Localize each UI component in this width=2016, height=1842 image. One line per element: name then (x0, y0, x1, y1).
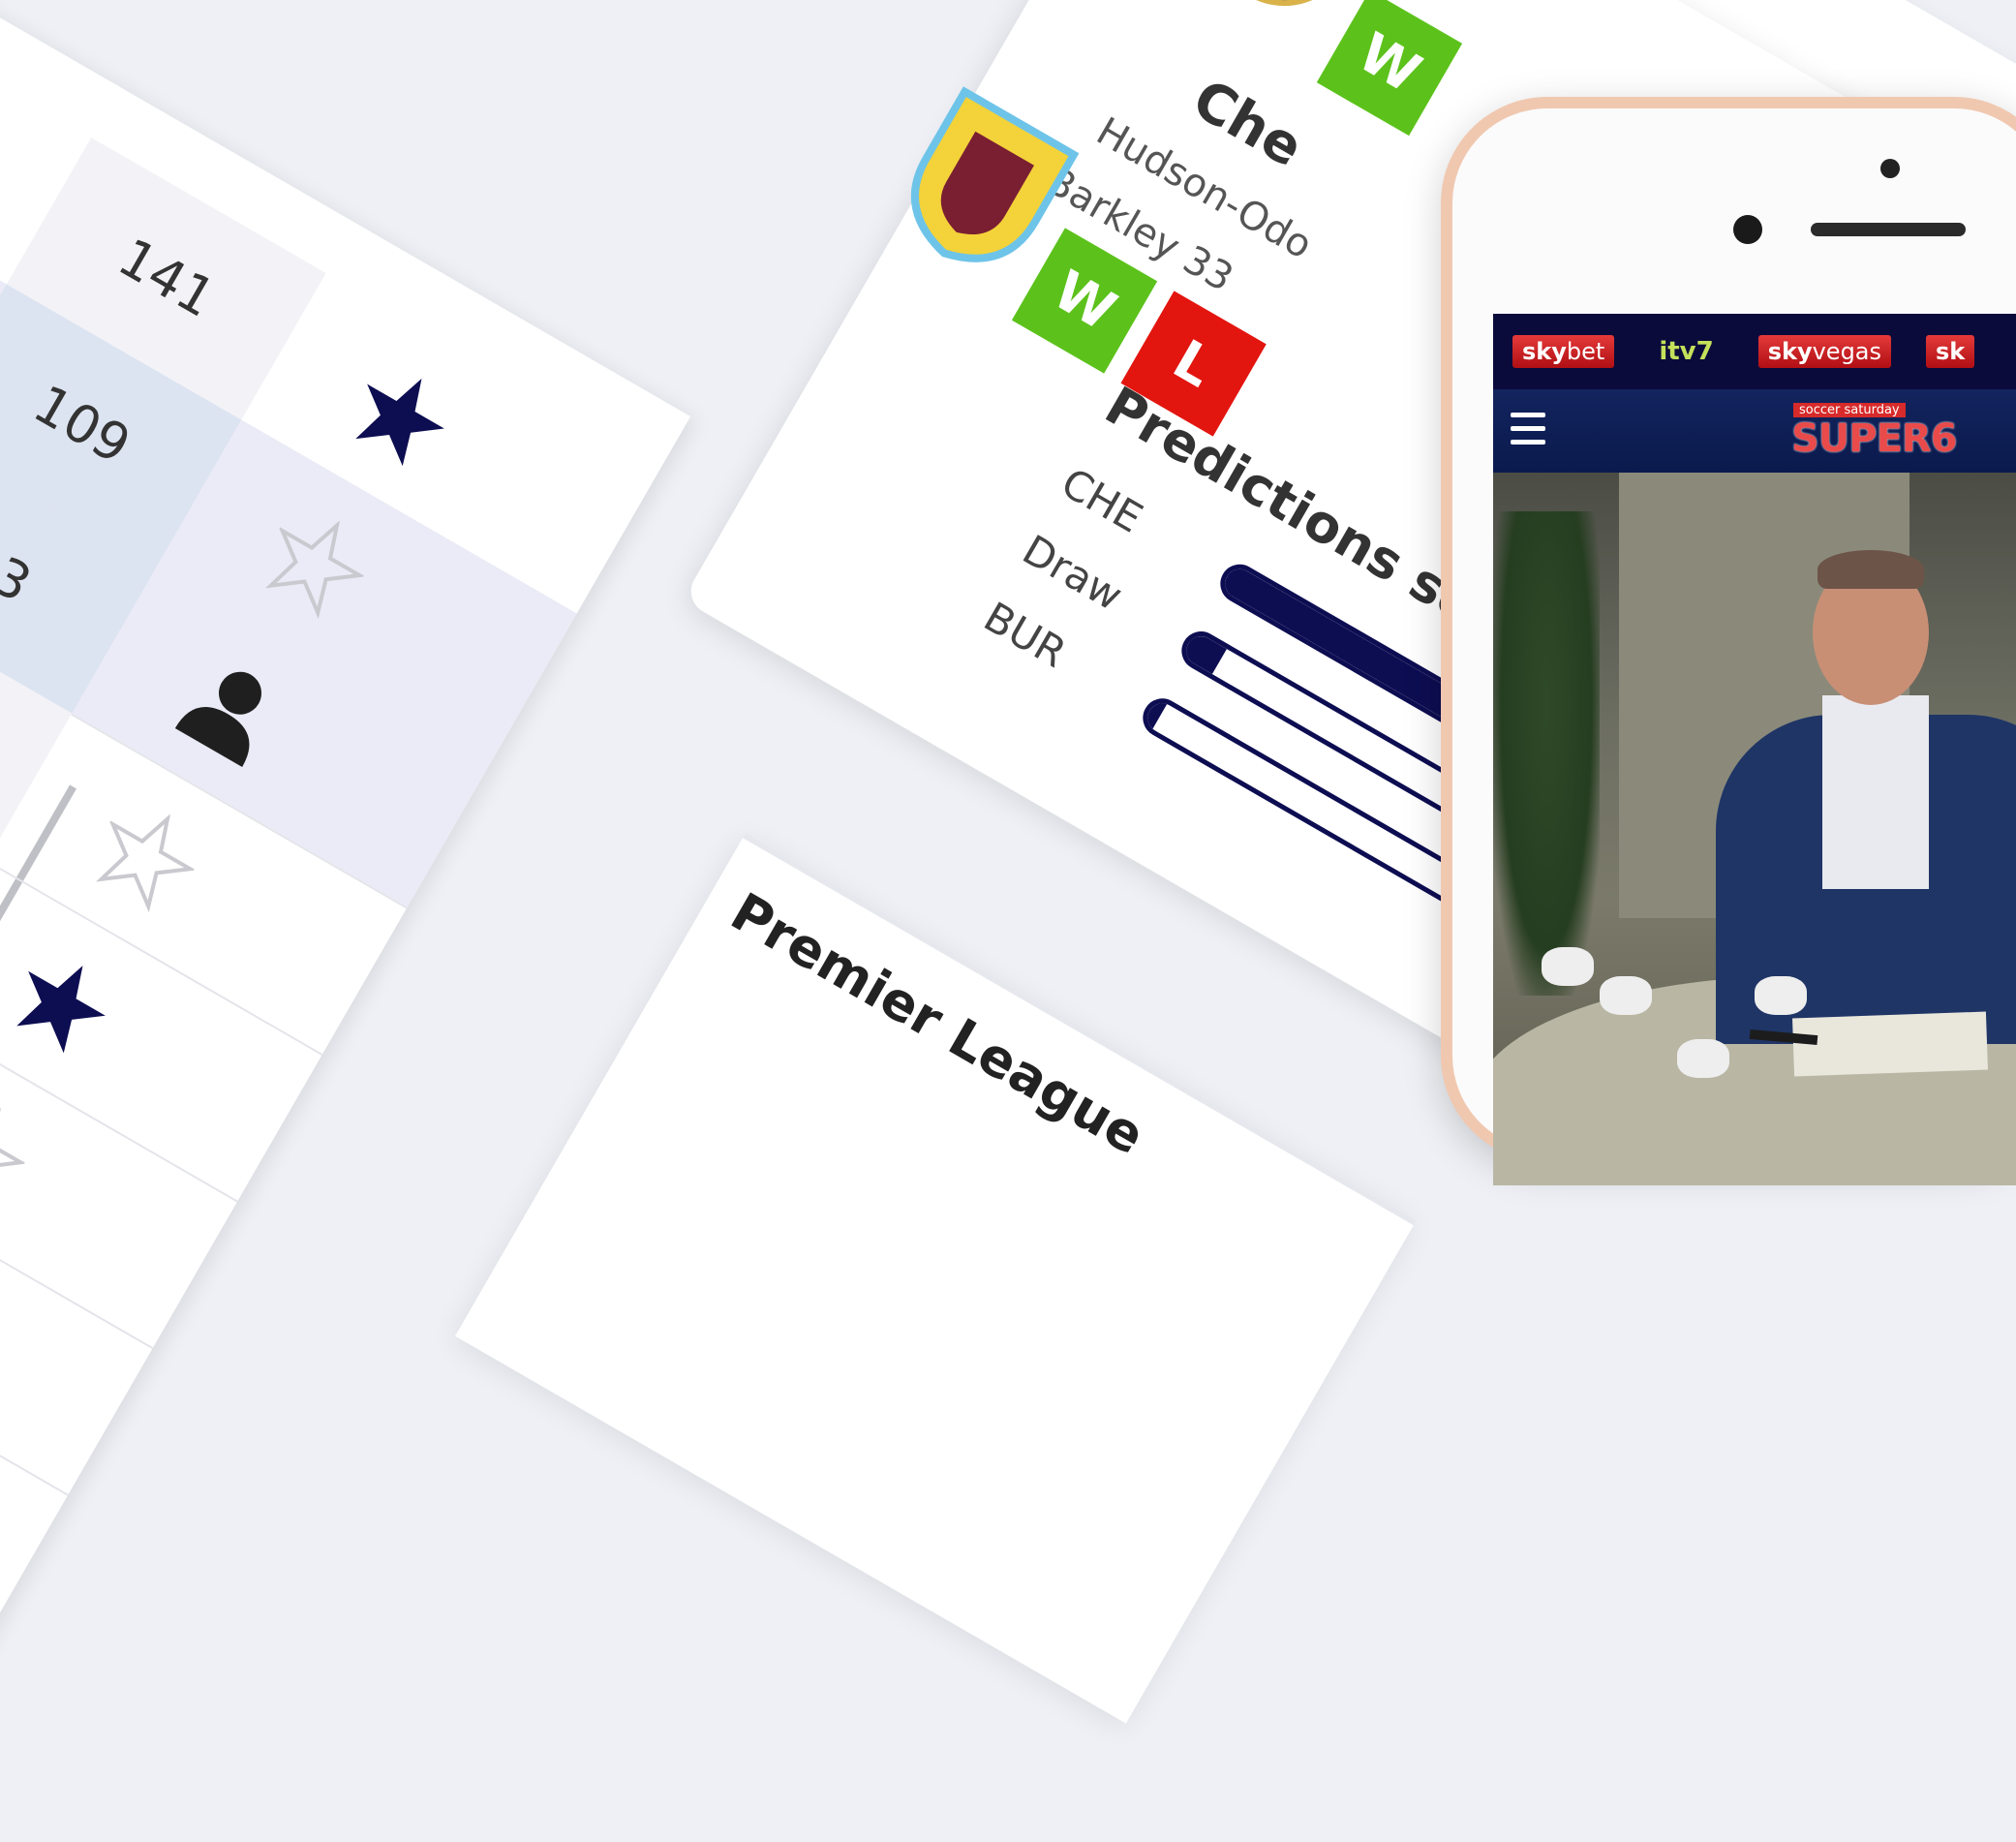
brand-sky-more[interactable]: sk (1926, 335, 1975, 368)
hero-paper-sheet (1792, 1011, 1988, 1077)
phone-camera (1733, 215, 1762, 244)
hero-person-hair (1817, 550, 1924, 589)
hero-crumpled-paper (1755, 976, 1807, 1015)
brand-itv7[interactable]: itv7 (1649, 335, 1723, 368)
league-card[interactable]: Premier League (455, 833, 1417, 1724)
home-form-badge: W (1316, 0, 1463, 137)
logo-super6[interactable]: SUPER6 (1791, 416, 1958, 461)
brand-skybet[interactable]: sky bet (1512, 335, 1615, 368)
phone-sensor (1880, 159, 1900, 178)
brand-bar: sky bet itv7 sky vegas sk (1493, 314, 2016, 389)
star-outline-icon[interactable] (0, 1071, 55, 1230)
logo-soccer-saturday: soccer saturday (1793, 403, 1906, 417)
prediction-label-draw: Draw (1014, 525, 1131, 621)
prediction-label-che: CHE (1053, 458, 1151, 542)
hero-crumpled-paper (1600, 976, 1652, 1015)
brand-skyvegas[interactable]: sky vegas (1757, 335, 1892, 368)
star-outline-icon[interactable] (67, 778, 226, 936)
hero-crumpled-paper (1677, 1039, 1729, 1078)
phone-speaker (1811, 223, 1966, 236)
leaderboard-panel: Lockwood141Michael Cattell109Hockin93ri8… (0, 0, 691, 1842)
app-bar: soccer saturday SUPER6 (1493, 389, 2016, 473)
star-filled-icon[interactable] (0, 924, 140, 1083)
phone-device: sky bet itv7 sky vegas sk soccer saturday … (1441, 97, 2016, 1185)
hamburger-icon[interactable] (1511, 413, 1545, 447)
league-title: Premier League (720, 880, 1155, 1167)
prediction-label-bur: BUR (975, 593, 1075, 677)
hero-image (1493, 473, 2016, 1185)
phone-screen: sky bet itv7 sky vegas sk soccer saturday … (1493, 314, 2016, 1185)
hero-plant (1493, 511, 1600, 996)
hero-crumpled-paper (1542, 947, 1594, 986)
star-outline-icon[interactable] (236, 483, 395, 642)
star-filled-icon[interactable] (321, 337, 479, 496)
user-icon[interactable] (151, 630, 310, 789)
hero-person-shirt (1822, 695, 1929, 889)
